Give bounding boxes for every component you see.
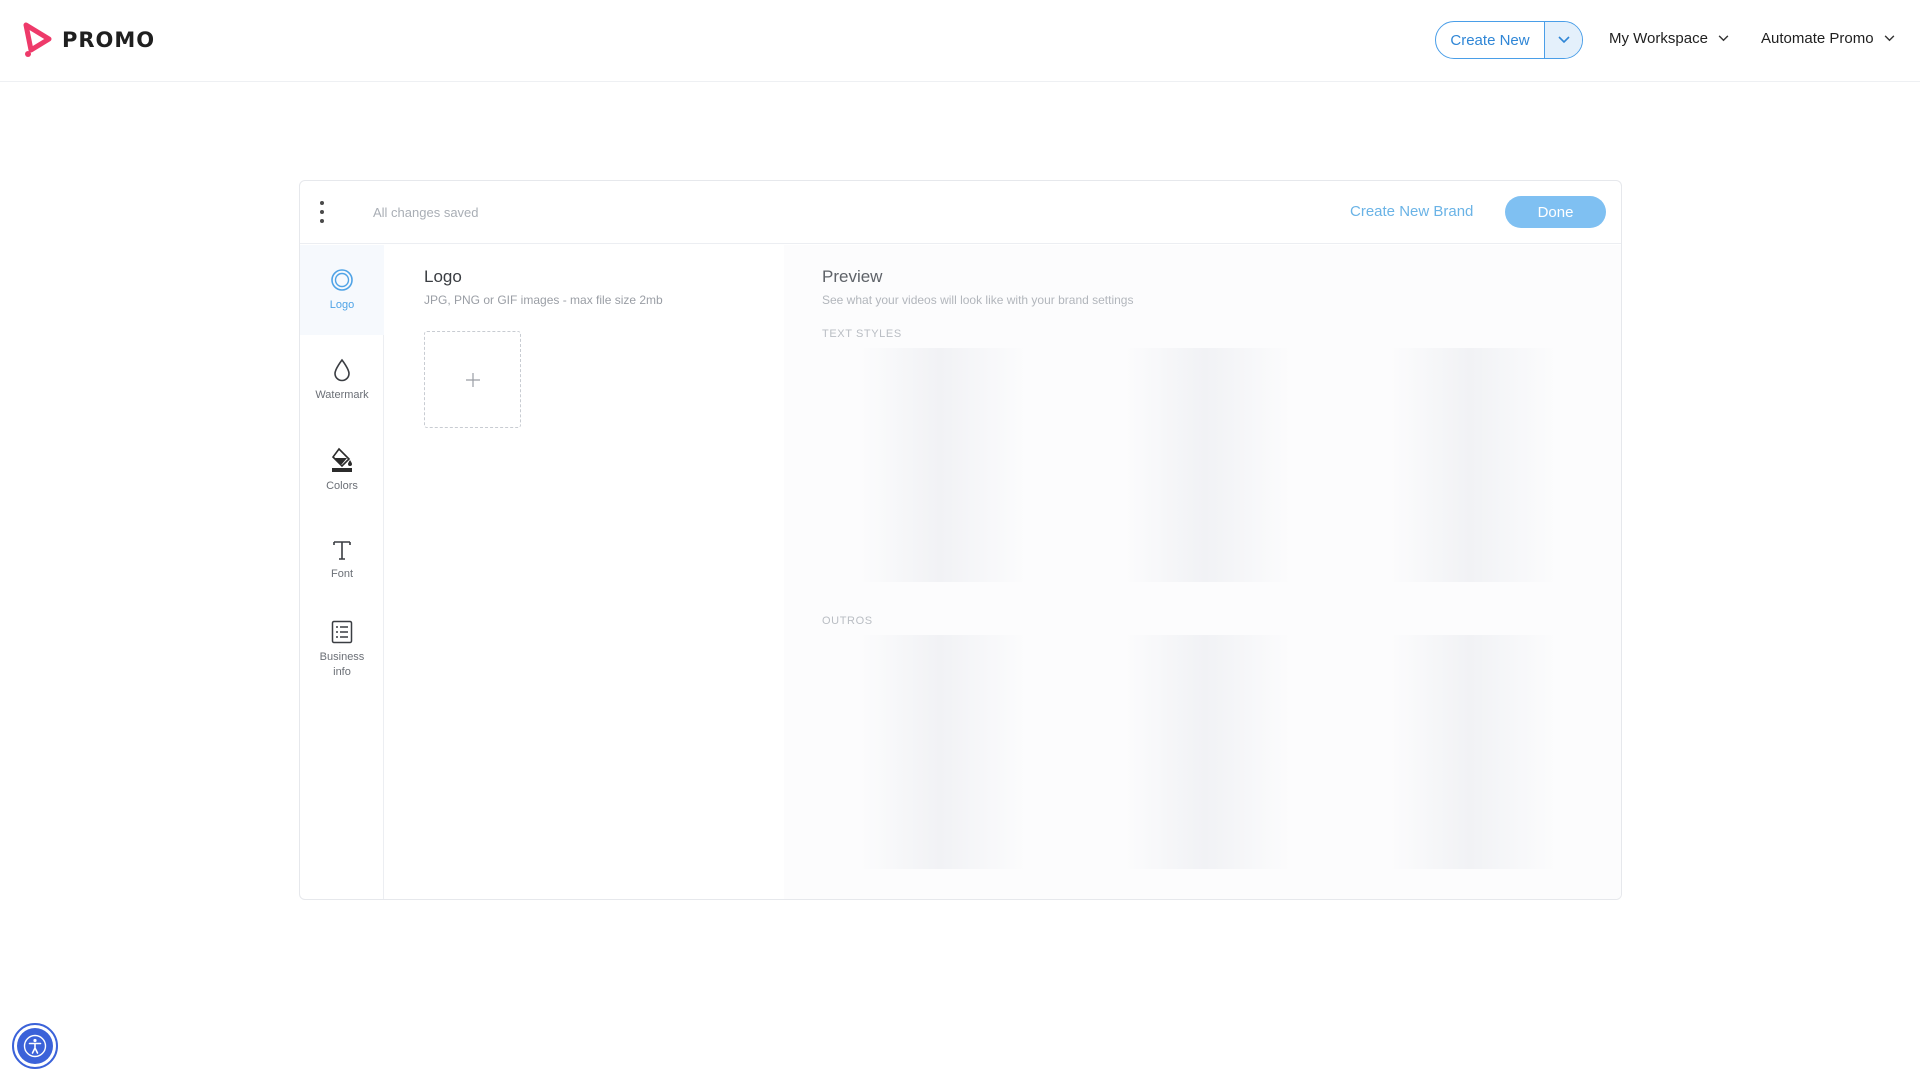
top-navigation-bar: PROMO Create New My Workspace Automate P…: [0, 0, 1920, 82]
accessibility-button[interactable]: [12, 1023, 58, 1069]
chevron-down-icon: [1718, 35, 1729, 42]
panel-subtitle: JPG, PNG or GIF images - max file size 2…: [424, 293, 663, 307]
promo-logo[interactable]: PROMO: [22, 22, 155, 58]
brand-editor-card: All changes saved Create New Brand Done …: [299, 180, 1622, 900]
text-style-placeholder: [1124, 348, 1292, 582]
outro-placeholder: [1124, 635, 1292, 869]
promo-logo-icon: [22, 22, 52, 58]
more-options-icon[interactable]: [319, 201, 325, 223]
my-workspace-label: My Workspace: [1609, 30, 1708, 47]
outro-placeholder: [1389, 635, 1557, 869]
done-button[interactable]: Done: [1505, 196, 1606, 228]
sidebar-item-label: Watermark: [315, 388, 369, 401]
outros-label: OUTROS: [822, 615, 873, 627]
brand-name: PROMO: [62, 28, 156, 52]
chevron-down-icon: [1884, 35, 1894, 42]
sidebar-item-watermark[interactable]: Watermark: [300, 335, 384, 425]
editor-toolbar: All changes saved Create New Brand Done: [300, 181, 1621, 244]
sidebar-item-label: Colors: [326, 479, 358, 492]
sidebar-item-label: Logo: [329, 298, 355, 311]
logo-ring-icon: [331, 268, 353, 291]
automate-promo-label: Automate Promo: [1761, 30, 1874, 47]
paint-bucket-icon: [331, 447, 352, 472]
font-t-icon: [333, 540, 351, 560]
save-status: All changes saved: [373, 205, 479, 220]
brand-preview: Preview See what your videos will look l…: [784, 245, 1621, 899]
logo-upload-dropzone[interactable]: [424, 331, 521, 428]
brand-settings-sidebar: Logo Watermark Colors Font Business info: [300, 245, 384, 899]
my-workspace-menu[interactable]: My Workspace: [1609, 30, 1729, 47]
sidebar-item-label: Font: [330, 567, 353, 580]
text-styles-label: TEXT STYLES: [822, 328, 902, 340]
panel-title: Logo: [424, 267, 462, 286]
text-style-placeholder: [859, 348, 1027, 582]
drop-icon: [334, 358, 350, 381]
outro-placeholder: [859, 635, 1027, 869]
preview-title: Preview: [822, 267, 883, 286]
sidebar-item-logo[interactable]: Logo: [300, 245, 384, 335]
preview-subtitle: See what your videos will look like with…: [822, 293, 1134, 307]
sidebar-item-label: Business info: [319, 651, 365, 678]
create-new-dropdown-toggle[interactable]: [1544, 22, 1582, 58]
create-new-brand-link[interactable]: Create New Brand: [1350, 203, 1473, 220]
document-list-icon: [331, 620, 353, 644]
automate-promo-menu[interactable]: Automate Promo: [1761, 30, 1895, 47]
sidebar-item-business-info[interactable]: Business info: [300, 605, 384, 695]
sidebar-item-font[interactable]: Font: [300, 515, 384, 605]
text-style-placeholder: [1389, 348, 1557, 582]
logo-settings-panel: Logo JPG, PNG or GIF images - max file s…: [384, 245, 784, 899]
sidebar-item-colors[interactable]: Colors: [300, 425, 384, 515]
create-new-button[interactable]: Create New: [1436, 22, 1544, 58]
accessibility-person-icon: [23, 1034, 47, 1058]
plus-icon: [465, 372, 480, 387]
create-new-split-button[interactable]: Create New: [1435, 21, 1583, 59]
chevron-down-icon: [1557, 36, 1570, 44]
